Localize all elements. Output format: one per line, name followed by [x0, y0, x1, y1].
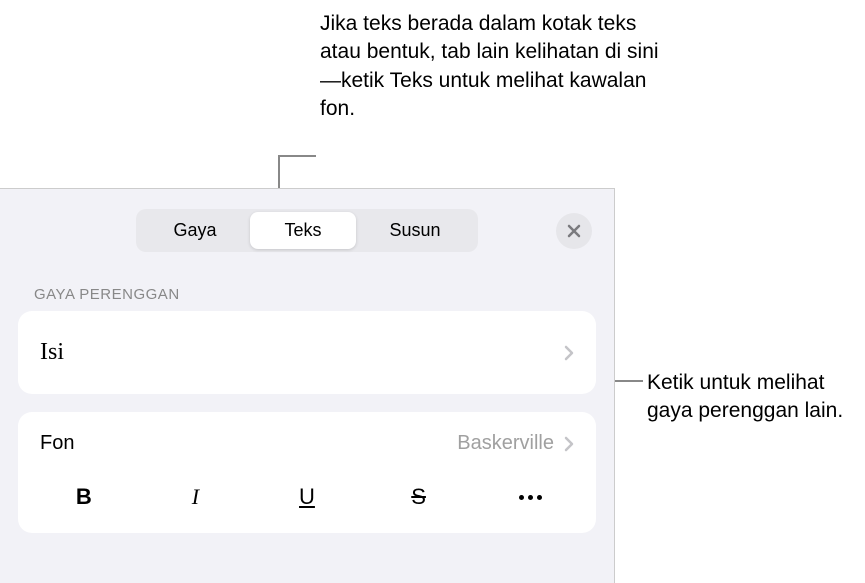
format-panel: Gaya Teks Susun GAYA PERENGGAN Isi Fon B…: [0, 188, 615, 583]
tab-susun[interactable]: Susun: [356, 212, 475, 249]
font-label: Fon: [40, 432, 74, 455]
font-value-wrap: Baskerville: [457, 432, 574, 455]
more-icon: [519, 495, 542, 500]
panel-header: Gaya Teks Susun: [0, 189, 614, 272]
format-buttons-row: B I U S: [18, 469, 596, 533]
font-row[interactable]: Fon Baskerville: [18, 412, 596, 469]
strikethrough-button[interactable]: S: [374, 477, 464, 517]
chevron-right-icon: [564, 436, 574, 452]
tab-segmented-control: Gaya Teks Susun: [136, 209, 477, 252]
font-value: Baskerville: [457, 432, 554, 455]
bold-button[interactable]: B: [39, 477, 129, 517]
paragraph-style-name: Isi: [40, 339, 64, 366]
tab-teks[interactable]: Teks: [250, 212, 355, 249]
tab-gaya[interactable]: Gaya: [139, 212, 250, 249]
more-options-button[interactable]: [485, 477, 575, 517]
callout-paragraph-style: Ketik untuk melihat gaya perenggan lain.: [647, 369, 857, 426]
paragraph-style-card: Isi: [18, 311, 596, 394]
underline-button[interactable]: U: [262, 477, 352, 517]
paragraph-style-row[interactable]: Isi: [18, 311, 596, 394]
italic-button[interactable]: I: [150, 477, 240, 517]
section-header-paragraph-style: GAYA PERENGGAN: [0, 272, 614, 311]
close-icon: [566, 223, 582, 239]
font-card: Fon Baskerville B I U S: [18, 412, 596, 533]
callout-tabs: Jika teks berada dalam kotak teks atau b…: [320, 10, 660, 123]
chevron-right-icon: [564, 345, 574, 361]
close-button[interactable]: [556, 213, 592, 249]
